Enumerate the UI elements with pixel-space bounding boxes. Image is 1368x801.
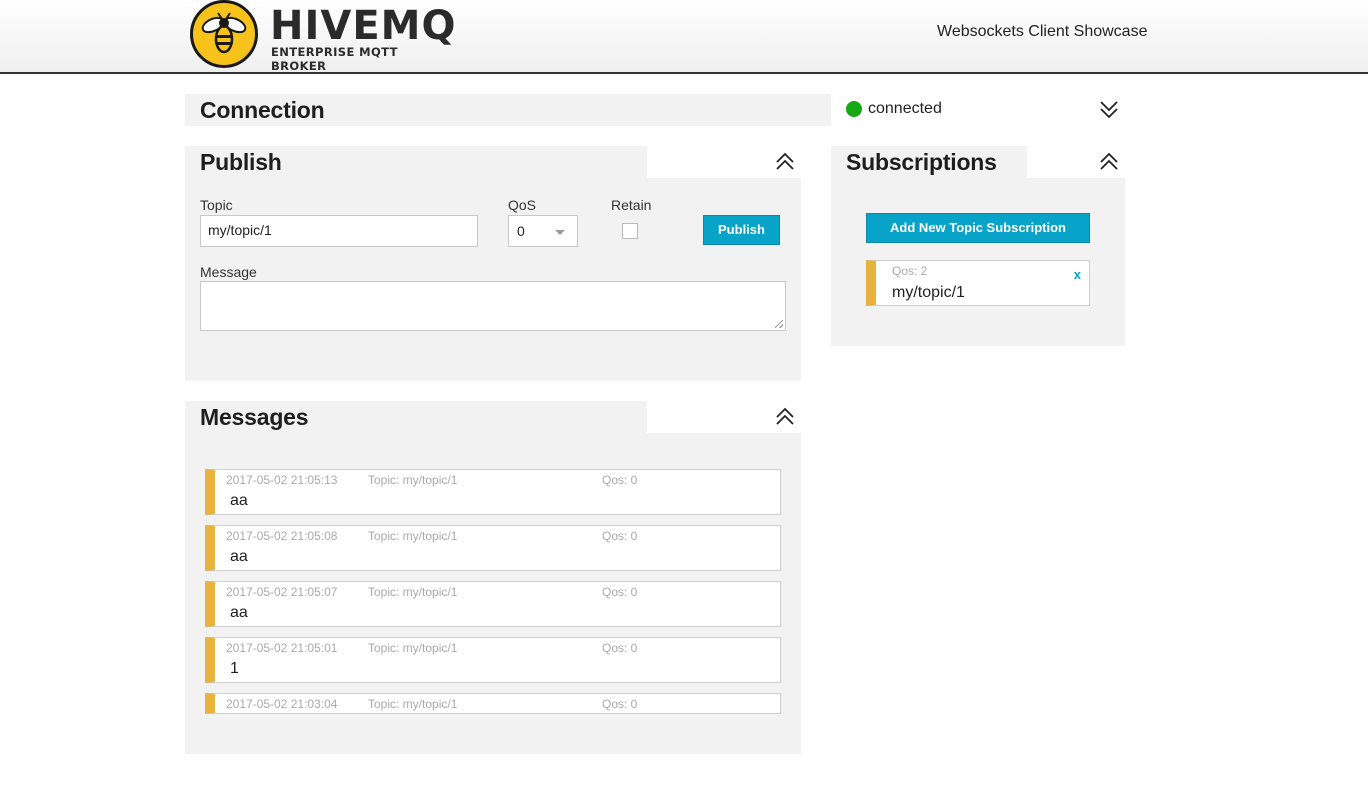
subscriptions-collapse-icon[interactable]: [1098, 151, 1120, 173]
message-timestamp: 2017-05-02 21:03:04: [226, 697, 338, 711]
message-item: 2017-05-02 21:05:01 Topic: my/topic/1 Qo…: [205, 637, 781, 683]
topic-input[interactable]: my/topic/1: [200, 215, 478, 247]
add-subscription-button[interactable]: Add New Topic Subscription: [866, 213, 1090, 243]
message-topic: Topic: my/topic/1: [368, 473, 458, 487]
publish-title: Publish: [200, 149, 282, 175]
message-topic: Topic: my/topic/1: [368, 529, 458, 543]
logo-wordmark: HIVEMQ: [270, 3, 457, 49]
message-qos: Qos: 0: [602, 585, 638, 599]
subscription-item: Qos: 2 my/topic/1 x: [866, 260, 1090, 306]
message-item: 2017-05-02 21:03:04 Topic: my/topic/1 Qo…: [205, 693, 781, 714]
connection-status: connected: [868, 100, 942, 117]
top-bar: HIVEMQ ENTERPRISE MQTT BROKER Websockets…: [0, 0, 1368, 74]
publish-button[interactable]: Publish: [703, 215, 780, 245]
messages-header[interactable]: Messages: [185, 401, 647, 433]
retain-checkbox[interactable]: [622, 223, 638, 239]
publish-panel: Topic my/topic/1 QoS 0 Retain Publish Me…: [185, 178, 801, 381]
qos-select[interactable]: 0: [508, 215, 578, 247]
message-qos: Qos: 0: [602, 529, 638, 543]
message-timestamp: 2017-05-02 21:05:08: [226, 529, 338, 543]
messages-title: Messages: [200, 404, 309, 430]
subscriptions-title: Subscriptions: [846, 149, 997, 175]
logo-tagline: ENTERPRISE MQTT BROKER: [271, 45, 398, 73]
message-topic: Topic: my/topic/1: [368, 697, 458, 711]
retain-label: Retain: [611, 197, 652, 213]
subscription-topic: my/topic/1: [892, 284, 965, 301]
qos-label: QoS: [508, 197, 537, 213]
message-topic: Topic: my/topic/1: [368, 585, 458, 599]
message-item: 2017-05-02 21:05:07 Topic: my/topic/1 Qo…: [205, 581, 781, 627]
message-body: aa: [230, 604, 248, 621]
dropdown-caret-icon: [555, 230, 565, 235]
message-item: 2017-05-02 21:05:13 Topic: my/topic/1 Qo…: [205, 469, 781, 515]
publish-collapse-icon[interactable]: [774, 151, 796, 173]
message-timestamp: 2017-05-02 21:05:13: [226, 473, 338, 487]
message-topic: Topic: my/topic/1: [368, 641, 458, 655]
message-qos: Qos: 0: [602, 641, 638, 655]
resize-handle-icon[interactable]: [775, 320, 783, 328]
message-body: aa: [230, 548, 248, 565]
message-qos: Qos: 0: [602, 473, 638, 487]
chevron-double-down-icon[interactable]: [1098, 99, 1120, 121]
message-textarea[interactable]: [200, 281, 786, 331]
status-indicator-icon: [846, 101, 862, 117]
message-timestamp: 2017-05-02 21:05:01: [226, 641, 338, 655]
subscriptions-header[interactable]: Subscriptions: [831, 146, 1027, 178]
messages-collapse-icon[interactable]: [774, 406, 796, 428]
topic-label: Topic: [200, 197, 233, 213]
hivemq-logo: HIVEMQ ENTERPRISE MQTT BROKER: [190, 0, 455, 73]
message-body: 1: [230, 660, 239, 677]
connection-header[interactable]: Connection: [185, 94, 831, 126]
subscription-qos: Qos: 2: [892, 264, 928, 278]
unsubscribe-button[interactable]: x: [1074, 267, 1081, 282]
message-label: Message: [200, 264, 257, 280]
qos-selected-value: 0: [517, 223, 525, 239]
message-item: 2017-05-02 21:05:08 Topic: my/topic/1 Qo…: [205, 525, 781, 571]
app-title: Websockets Client Showcase: [937, 23, 1148, 40]
message-body: aa: [230, 492, 248, 509]
publish-header[interactable]: Publish: [185, 146, 647, 178]
message-qos: Qos: 0: [602, 697, 638, 711]
connection-title: Connection: [200, 97, 325, 123]
message-timestamp: 2017-05-02 21:05:07: [226, 585, 338, 599]
bee-logo-icon: [190, 0, 258, 68]
